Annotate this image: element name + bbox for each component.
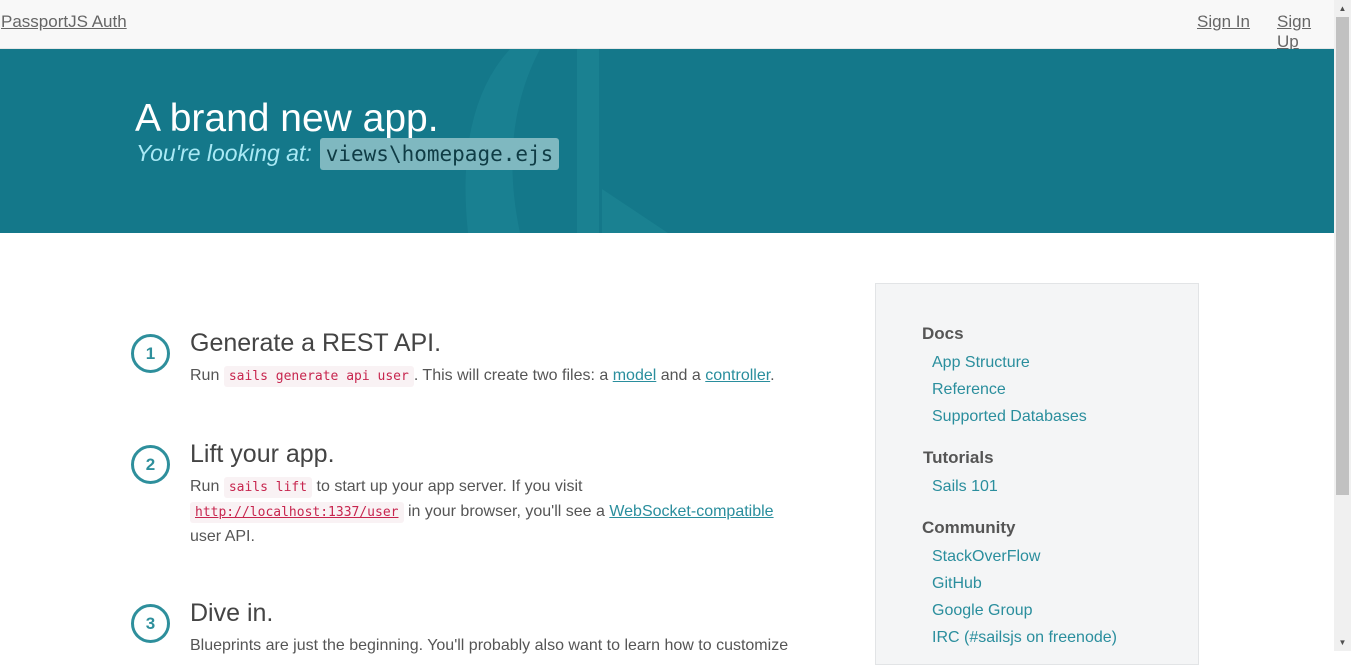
supported-databases-link[interactable]: Supported Databases [932, 408, 1087, 426]
step-number-badge: 3 [131, 604, 170, 643]
step-text-part: Run [190, 478, 220, 495]
app-structure-link[interactable]: App Structure [932, 354, 1030, 372]
step-text-part: and a [660, 367, 701, 384]
step-title: Lift your app. [190, 440, 335, 468]
tutorials-heading: Tutorials [923, 448, 994, 467]
controller-link[interactable]: controller [705, 367, 770, 384]
model-link[interactable]: model [613, 367, 657, 384]
step-text: Blueprints are just the beginning. You'l… [190, 637, 789, 654]
step-text-part: . This will create two files: a [413, 367, 609, 384]
step-text-part: to start up your app server. If you visi… [316, 478, 583, 495]
sails-101-link[interactable]: Sails 101 [932, 478, 998, 496]
google-group-link[interactable]: Google Group [932, 602, 1033, 620]
community-heading: Community [922, 518, 1016, 537]
top-navbar: PassportJS Auth Sign In Sign Up [0, 0, 1334, 52]
scroll-up-arrow-icon[interactable]: ▲ [1334, 0, 1351, 17]
docs-heading: Docs [922, 324, 964, 343]
code-snippet: sails generate api user [223, 366, 414, 387]
vertical-scrollbar[interactable]: ▲ ▼ [1334, 0, 1351, 651]
docs-sidebar: Docs App Structure Reference Supported D… [875, 283, 1199, 665]
step-text-part: user API. [190, 528, 255, 545]
github-link[interactable]: GitHub [932, 575, 982, 593]
brand-link[interactable]: PassportJS Auth [1, 12, 127, 32]
step-text-part: in your browser, you'll see a [407, 503, 605, 520]
irc-link[interactable]: IRC (#sailsjs on freenode) [932, 629, 1117, 647]
step-text-part: . [770, 367, 775, 384]
code-snippet: sails lift [223, 477, 313, 498]
step-number-badge: 1 [131, 334, 170, 373]
step-number-badge: 2 [131, 445, 170, 484]
hero-subtitle-text: You're looking at: [136, 140, 312, 166]
stackoverflow-link[interactable]: StackOverFlow [932, 548, 1040, 566]
scrollbar-thumb[interactable] [1336, 17, 1349, 495]
step-text: Run sails generate api user. This will c… [190, 364, 815, 389]
scroll-down-arrow-icon[interactable]: ▼ [1334, 634, 1351, 651]
sign-in-link[interactable]: Sign In [1197, 12, 1250, 32]
step-title: Dive in. [190, 599, 274, 627]
sign-up-link[interactable]: Sign Up [1277, 12, 1334, 52]
step-text-part: Run [190, 367, 220, 384]
localhost-url-link[interactable]: http://localhost:1337/user [190, 502, 404, 523]
reference-link[interactable]: Reference [932, 381, 1006, 399]
hero-title: A brand new app. [135, 97, 439, 140]
step-text: Run sails lift to start up your app serv… [190, 475, 815, 549]
websocket-compatible-link[interactable]: WebSocket-compatible [609, 503, 773, 520]
hero-banner: A brand new app. You're looking at: views… [0, 49, 1334, 233]
hero-subtitle: You're looking at: views\homepage.ejs [136, 137, 560, 170]
hero-file-path: views\homepage.ejs [319, 138, 560, 170]
step-title: Generate a REST API. [190, 329, 442, 357]
